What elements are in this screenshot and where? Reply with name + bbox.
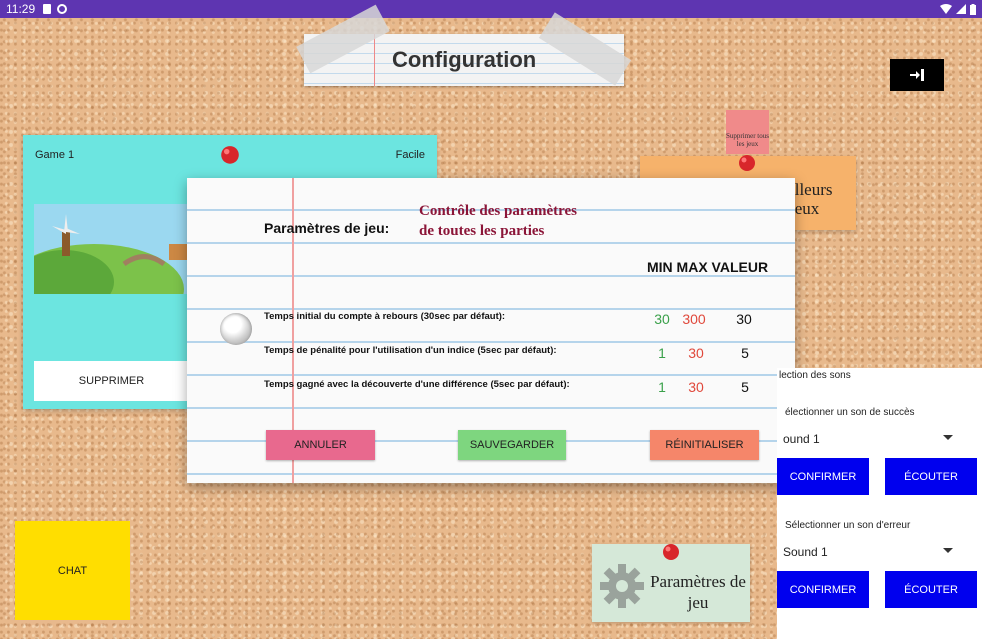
pushpin-icon [221, 146, 239, 164]
min-initial-time: 30 [654, 311, 670, 327]
error-sound-label: Sélectionner un son d'erreur [785, 520, 911, 531]
pushpin-icon [663, 544, 679, 560]
columns-header: MIN MAX VALEUR [647, 259, 769, 275]
reset-button[interactable]: RÉINITIALISER [650, 430, 759, 460]
success-sound-value: ound 1 [783, 432, 820, 446]
logout-icon [910, 69, 924, 81]
delete-game-label: SUPPRIMER [78, 375, 145, 387]
logout-button[interactable] [890, 59, 944, 91]
game-name: Game 1 [35, 149, 75, 161]
success-sound-label: électionner un son de succès [785, 407, 915, 418]
max-penalty-time: 30 [688, 345, 704, 361]
max-initial-time: 300 [682, 311, 706, 327]
value-initial-time[interactable]: 30 [729, 311, 759, 327]
gear-icon [600, 564, 644, 608]
signal-icon [956, 4, 966, 14]
min-bonus-time: 1 [658, 379, 666, 395]
dialog-heading: Contrôle des paramètres de toutes les pa… [419, 201, 577, 241]
listen-label: ÉCOUTER [904, 470, 958, 483]
status-bar: 11:29 [0, 0, 982, 18]
value-penalty-time[interactable]: 5 [730, 345, 760, 361]
pushpin-icon [739, 155, 755, 171]
wifi-icon [940, 4, 952, 14]
row-label-penalty-time: Temps de pénalité pour l'utilisation d'u… [264, 345, 557, 356]
cancel-label: ANNULER [294, 439, 347, 451]
record-icon [57, 4, 68, 14]
confirm-label: CONFIRMER [789, 583, 857, 596]
row-label-initial-time: Temps initial du compte à rebours (30sec… [264, 311, 506, 322]
cancel-button[interactable]: ANNULER [266, 430, 375, 460]
page-title: Configuration [392, 47, 537, 72]
confirm-error-sound-button[interactable]: CONFIRMER [777, 571, 869, 608]
listen-error-sound-button[interactable]: ÉCOUTER [885, 571, 977, 608]
max-bonus-time: 30 [688, 379, 704, 395]
error-sound-value: Sound 1 [783, 545, 828, 559]
chevron-down-icon [943, 435, 953, 440]
confirm-success-sound-button[interactable]: CONFIRMER [777, 458, 869, 495]
game-difficulty: Facile [395, 149, 425, 161]
game-thumbnail [34, 204, 189, 294]
listen-label: ÉCOUTER [904, 583, 958, 596]
sound-section-title: lection des sons [779, 370, 851, 381]
chat-button[interactable]: CHAT [15, 521, 130, 620]
save-button[interactable]: SAUVEGARDER [458, 430, 566, 460]
status-time: 11:29 [6, 2, 36, 16]
game-settings-label: Paramètres de jeu [650, 572, 746, 612]
value-bonus-time[interactable]: 5 [730, 379, 760, 395]
binder-hole [220, 313, 252, 345]
listen-success-sound-button[interactable]: ÉCOUTER [885, 458, 977, 495]
best-scores-label: illeurs jeux [790, 180, 833, 218]
delete-all-games-note[interactable]: Supprimer tous les jeux [726, 110, 769, 154]
error-sound-select[interactable]: Sound 1 [783, 540, 953, 564]
confirm-label: CONFIRMER [789, 470, 857, 483]
dialog-heading-line1: Contrôle des paramètres [419, 203, 578, 219]
battery-icon [970, 3, 976, 15]
success-sound-select[interactable]: ound 1 [783, 427, 953, 451]
chevron-down-icon [943, 548, 953, 553]
delete-game-button[interactable]: SUPPRIMER [34, 361, 189, 401]
save-label: SAUVEGARDER [469, 439, 555, 451]
chat-label: CHAT [57, 564, 88, 577]
sound-selection-panel: lection des sons électionner un son de s… [777, 368, 982, 639]
sd-card-icon [43, 4, 52, 14]
game-settings-dialog: Paramètres de jeu: Contrôle des paramètr… [187, 178, 795, 483]
min-penalty-time: 1 [658, 345, 666, 361]
delete-all-games-label: Supprimer tous les jeux [726, 132, 769, 148]
row-label-bonus-time: Temps gagné avec la découverte d'une dif… [264, 379, 570, 390]
settings-section-label: Paramètres de jeu: [264, 220, 390, 236]
reset-label: RÉINITIALISER [665, 439, 744, 451]
dialog-heading-line2: de toutes les parties [419, 223, 545, 239]
